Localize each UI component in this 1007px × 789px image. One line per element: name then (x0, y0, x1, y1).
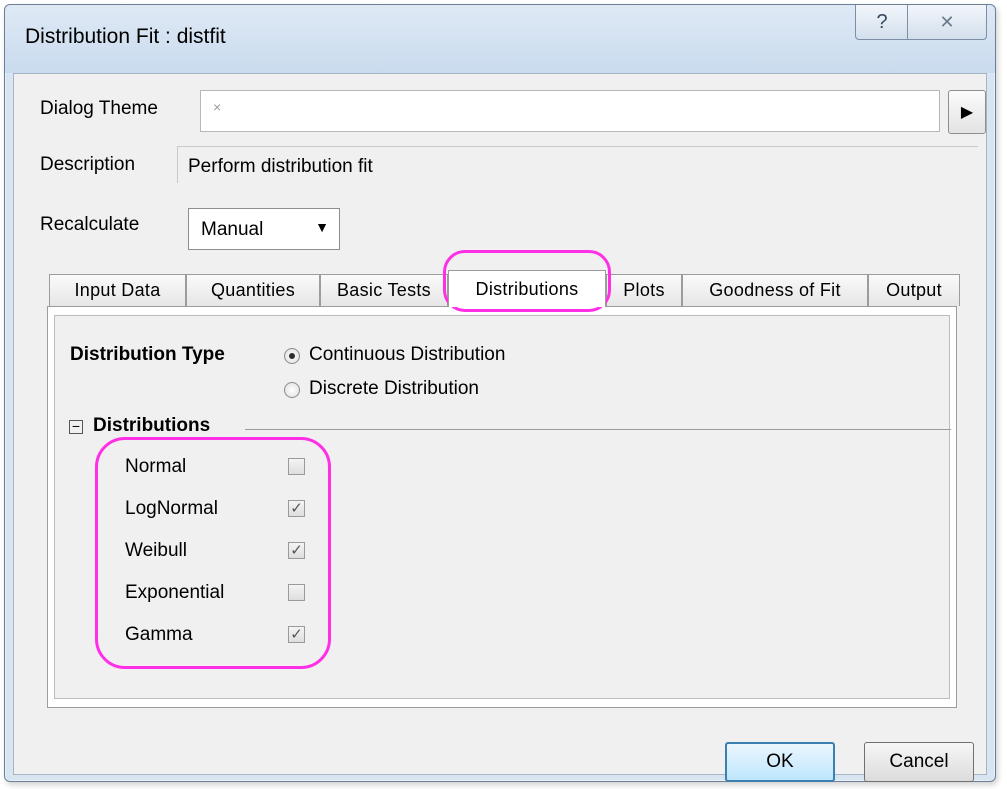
collapse-toggle-icon[interactable]: − (69, 419, 83, 434)
tab-label: Basic Tests (336, 280, 431, 300)
tab-label: Plots (623, 280, 665, 300)
dialog-theme-label: Dialog Theme (40, 98, 158, 119)
section-divider (245, 429, 951, 430)
tab-plots[interactable]: Plots (606, 274, 682, 306)
distributions-tab-panel: Distribution Type Continuous Distributio… (47, 306, 957, 708)
tab-distributions[interactable]: Distributions (448, 270, 606, 307)
ok-button[interactable]: OK (725, 742, 835, 782)
dialog-theme-value: × (213, 99, 222, 115)
distribution-label-normal: Normal (125, 456, 187, 477)
recalculate-value: Manual (201, 219, 264, 240)
ok-label: OK (766, 751, 794, 772)
description-value: Perform distribution fit (188, 156, 373, 177)
distribution-type-label: Distribution Type (70, 344, 225, 365)
close-button[interactable]: ✕ (907, 5, 987, 40)
checkbox-weibull[interactable]: ✓ (288, 542, 305, 559)
help-icon: ? (876, 10, 888, 33)
distribution-label-gamma: Gamma (125, 624, 193, 645)
tab-label: Distributions (475, 278, 579, 299)
window-title: Distribution Fit : distfit (25, 25, 226, 48)
dialog-window: Distribution Fit : distfit ? ✕ Dialog Th… (4, 4, 996, 782)
checkbox-exponential[interactable] (288, 584, 305, 601)
tab-output[interactable]: Output (868, 274, 960, 306)
description-label: Description (40, 154, 136, 175)
tab-label: Output (886, 280, 942, 300)
tab-label: Goodness of Fit (709, 280, 841, 300)
checkbox-lognormal[interactable]: ✓ (288, 500, 305, 517)
continuous-distribution-label[interactable]: Continuous Distribution (309, 344, 505, 366)
tab-quantities[interactable]: Quantities (186, 274, 320, 306)
play-arrow-icon: ▶ (960, 104, 974, 121)
recalculate-label: Recalculate (40, 214, 140, 235)
tab-input-data[interactable]: Input Data (49, 274, 186, 306)
radio-continuous-distribution[interactable] (284, 348, 300, 364)
distributions-section-title: Distributions (93, 415, 211, 436)
distribution-label-exponential: Exponential (125, 582, 225, 603)
tab-label: Input Data (74, 280, 161, 300)
tab-label: Quantities (210, 280, 296, 300)
dialog-theme-input[interactable]: × (200, 90, 940, 132)
checkbox-normal[interactable] (288, 458, 305, 475)
recalculate-select[interactable]: Manual ▼ (188, 208, 340, 250)
discrete-distribution-label[interactable]: Discrete Distribution (309, 378, 479, 400)
title-bar[interactable]: Distribution Fit : distfit ? ✕ (5, 5, 995, 73)
radio-discrete-distribution[interactable] (284, 382, 300, 398)
tab-basic-tests[interactable]: Basic Tests (320, 274, 448, 306)
cancel-button[interactable]: Cancel (864, 742, 974, 782)
distribution-label-lognormal: LogNormal (125, 498, 218, 519)
dropdown-caret-icon: ▼ (315, 219, 329, 235)
close-icon: ✕ (939, 11, 955, 32)
tab-goodness-of-fit[interactable]: Goodness of Fit (682, 274, 868, 306)
help-button[interactable]: ? (855, 5, 909, 40)
distribution-label-weibull: Weibull (125, 540, 187, 561)
tab-panel-content: Distribution Type Continuous Distributio… (54, 315, 951, 699)
dialog-theme-menu-button[interactable]: ▶ (948, 90, 986, 134)
cancel-label: Cancel (889, 751, 949, 772)
dialog-client-area: Dialog Theme × ▶ Description Perform dis… (13, 73, 987, 782)
checkbox-gamma[interactable]: ✓ (288, 626, 305, 643)
